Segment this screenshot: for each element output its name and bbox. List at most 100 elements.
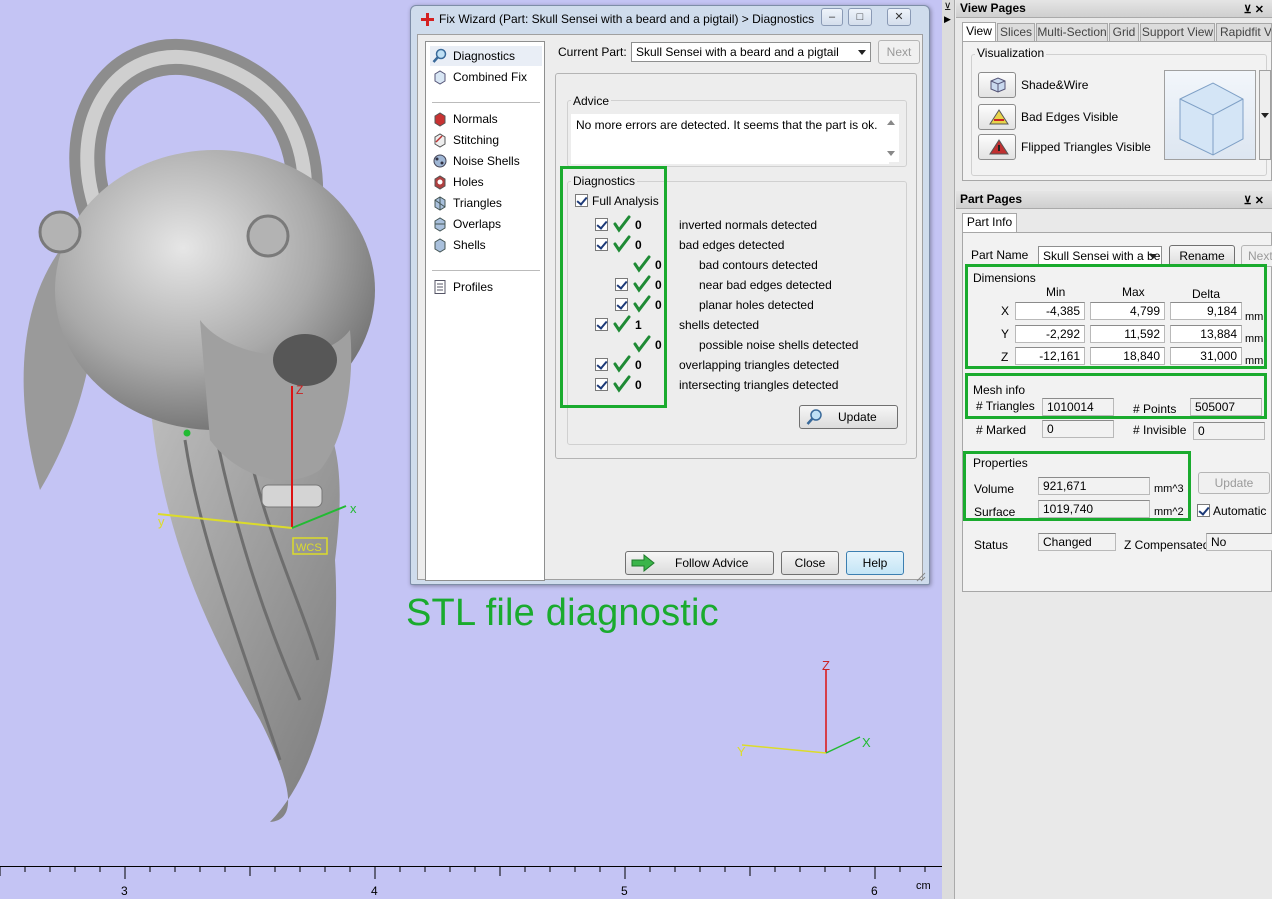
tab-support-view[interactable]: Support View xyxy=(1140,23,1215,41)
nav-item-stitching[interactable]: Stitching xyxy=(430,130,542,150)
view-tab-panel: Visualization Shade&Wire Bad Edges Visib… xyxy=(962,41,1272,181)
nav-item-label: Triangles xyxy=(453,196,502,210)
diagnostic-text: planar holes detected xyxy=(699,298,814,312)
wcs-label: WCS xyxy=(296,542,322,554)
current-part-value: Skull Sensei with a beard and a pigtail xyxy=(636,45,839,59)
nav-item-label: Combined Fix xyxy=(453,70,528,84)
part-pages-title: Part Pages xyxy=(960,192,1023,206)
nav-item-label: Stitching xyxy=(453,133,500,147)
tab-rapidfit-view[interactable]: Rapidfit View xyxy=(1216,23,1272,41)
fix-wizard-icon xyxy=(421,13,434,26)
normals-icon xyxy=(434,112,446,127)
annotation-title: STL file diagnostic xyxy=(406,592,719,634)
nav-item-shells[interactable]: Shells xyxy=(430,235,542,255)
view-cube[interactable] xyxy=(1164,70,1256,160)
close-window-button[interactable]: ✕ xyxy=(887,8,911,26)
part-pages-header: Part Pages ⊻ ✕ xyxy=(956,191,1272,209)
automatic-checkbox[interactable] xyxy=(1197,504,1210,517)
close-button[interactable]: Close xyxy=(781,551,839,575)
advice-scrollbar[interactable] xyxy=(883,114,899,162)
tab-view[interactable]: View xyxy=(962,22,996,42)
properties-update-button[interactable]: Update xyxy=(1198,472,1270,494)
noise-shells-icon xyxy=(433,154,447,168)
follow-advice-button[interactable]: Follow Advice xyxy=(625,551,774,575)
nav-item-normals[interactable]: Normals xyxy=(430,109,542,129)
properties-highlight xyxy=(963,451,1191,521)
nav-item-label: Diagnostics xyxy=(453,49,516,63)
part-name-label: Part Name xyxy=(971,248,1029,262)
view-cube-dropdown[interactable] xyxy=(1259,70,1271,160)
visualization-title: Visualization xyxy=(975,46,1047,60)
nav-item-combined-fix[interactable]: Combined Fix xyxy=(430,67,542,87)
part-axis-z-label: Z xyxy=(296,383,303,397)
ruler-label: 6 xyxy=(871,884,878,898)
minimize-button[interactable]: – xyxy=(821,8,843,26)
dialog-titlebar[interactable]: Fix Wizard (Part: Skull Sensei with a be… xyxy=(411,6,929,32)
ruler-label: 5 xyxy=(621,884,628,898)
chevron-down-icon xyxy=(1261,113,1269,118)
nav-item-diagnostics[interactable]: Diagnostics xyxy=(430,46,542,66)
combined-fix-icon xyxy=(434,70,446,85)
part-axis-y-label: y xyxy=(158,514,165,529)
dialog-title: Fix Wizard (Part: Skull Sensei with a be… xyxy=(439,12,815,26)
follow-advice-label: Follow Advice xyxy=(675,556,749,570)
fix-nav-list: Diagnostics Combined Fix Normals Stitchi… xyxy=(425,41,545,581)
flipped-triangles-icon xyxy=(989,139,1009,155)
nav-item-overlaps[interactable]: Overlaps xyxy=(430,214,542,234)
tab-part-info[interactable]: Part Info xyxy=(962,213,1017,233)
nav-item-profiles[interactable]: Profiles xyxy=(430,277,542,297)
diagnostics-highlight xyxy=(560,166,667,408)
bad-edges-icon xyxy=(989,109,1009,125)
nav-item-label: Shells xyxy=(453,238,486,252)
invisible-value: 0 xyxy=(1193,422,1265,440)
dimensions-highlight xyxy=(965,264,1267,369)
fix-wizard-dialog: Fix Wizard (Part: Skull Sensei with a be… xyxy=(410,5,930,585)
pin-icon[interactable]: ⊻ ✕ xyxy=(1244,2,1264,19)
view-pages-title: View Pages xyxy=(960,1,1026,15)
automatic-label: Automatic xyxy=(1213,504,1267,518)
nav-item-label: Profiles xyxy=(453,280,494,294)
pin-icon[interactable]: ⊻ xyxy=(944,2,951,13)
nav-item-label: Holes xyxy=(453,175,484,189)
play-icon[interactable]: ▶ xyxy=(944,14,951,25)
advice-text-box: No more errors are detected. It seems th… xyxy=(571,114,889,164)
marked-value: 0 xyxy=(1042,420,1114,438)
overlaps-icon xyxy=(434,217,446,232)
arrow-right-icon xyxy=(631,554,655,572)
nav-item-holes[interactable]: Holes xyxy=(430,172,542,192)
invisible-label: # Invisible xyxy=(1133,423,1187,437)
diagnostic-text: inverted normals detected xyxy=(679,218,818,232)
flipped-triangles-button[interactable] xyxy=(978,134,1016,160)
nav-item-label: Noise Shells xyxy=(453,154,520,168)
holes-icon xyxy=(434,175,446,190)
help-button[interactable]: Help xyxy=(846,551,904,575)
ruler-label: 3 xyxy=(121,884,128,898)
diagnostic-text: intersecting triangles detected xyxy=(679,378,839,392)
dock-strip[interactable]: ⊻ ▶ xyxy=(942,0,955,899)
shade-wire-button[interactable] xyxy=(978,72,1016,98)
part-name-select[interactable]: Skull Sensei with a be xyxy=(1038,246,1162,266)
ruler: 3 4 5 6 cm xyxy=(0,866,942,899)
scroll-down-icon xyxy=(887,151,895,156)
dialog-body: Diagnostics Combined Fix Normals Stitchi… xyxy=(417,34,923,581)
advice-text: No more errors are detected. It seems th… xyxy=(576,118,878,132)
world-axis-y-label: Y xyxy=(737,744,746,759)
nav-item-noise-shells[interactable]: Noise Shells xyxy=(430,151,542,171)
pin-icon[interactable]: ⊻ ✕ xyxy=(1244,193,1264,210)
maximize-button[interactable]: □ xyxy=(848,8,872,26)
view-cube-icon xyxy=(1179,82,1244,156)
advice-title: Advice xyxy=(571,94,612,108)
update-button[interactable]: Update xyxy=(799,405,898,429)
tab-multi-section[interactable]: Multi-Section xyxy=(1036,23,1108,41)
bad-edges-button[interactable] xyxy=(978,104,1016,130)
tab-grid[interactable]: Grid xyxy=(1109,23,1139,41)
nav-item-triangles[interactable]: Triangles xyxy=(430,193,542,213)
next-button[interactable]: Next xyxy=(878,40,920,64)
tab-slices[interactable]: Slices xyxy=(997,23,1035,41)
resize-grip-icon[interactable] xyxy=(914,570,926,582)
magnifier-icon xyxy=(432,48,447,63)
ruler-label: 4 xyxy=(371,884,378,898)
current-part-select[interactable]: Skull Sensei with a beard and a pigtail xyxy=(631,42,871,62)
chevron-down-icon xyxy=(1149,254,1157,259)
z-compensated-label: Z Compensated xyxy=(1124,538,1210,552)
